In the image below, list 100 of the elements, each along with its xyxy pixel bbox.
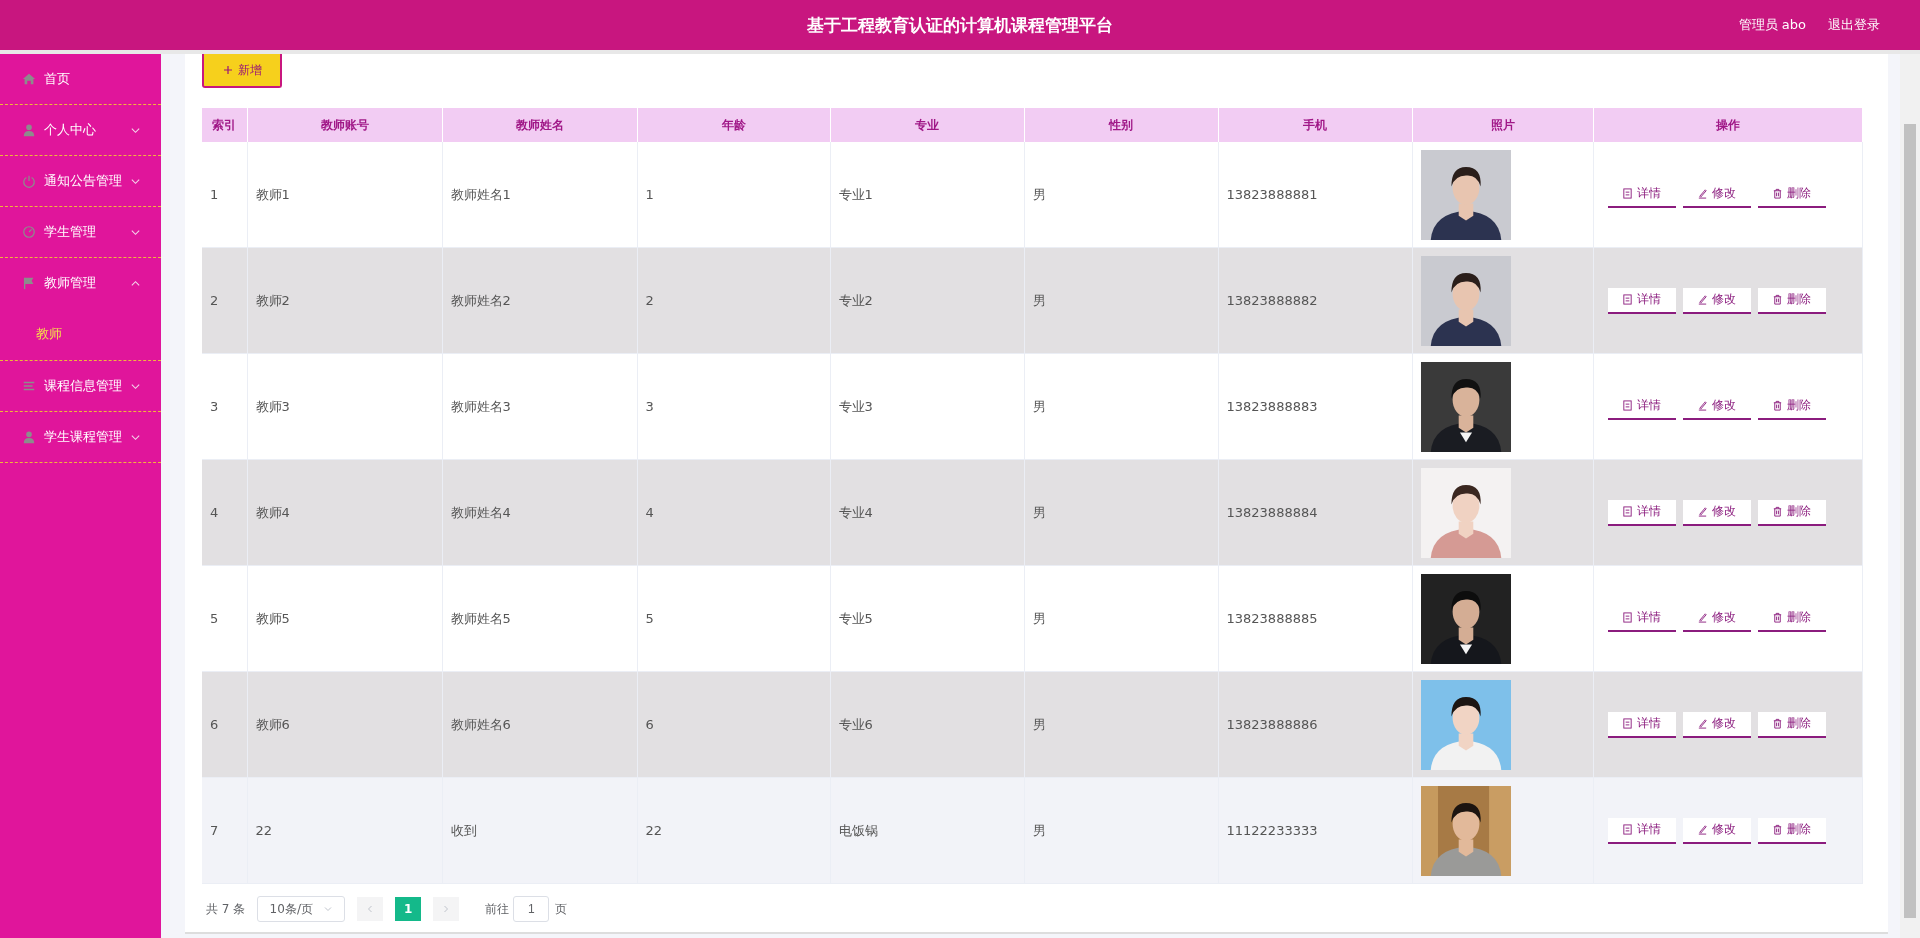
table-cell: 4 xyxy=(637,459,830,566)
home-icon xyxy=(22,72,36,86)
table-cell: 收到 xyxy=(442,777,637,884)
table-cell: 教师姓名1 xyxy=(442,142,637,248)
user-icon xyxy=(22,430,36,444)
column-header: 手机 xyxy=(1218,108,1412,142)
menu-item[interactable]: 通知公告管理 xyxy=(0,156,161,206)
edit-button[interactable]: 修改 xyxy=(1682,287,1751,314)
chevron-icon xyxy=(322,904,333,914)
table-cell: 教师姓名6 xyxy=(442,671,637,778)
menu-item[interactable]: 学生管理 xyxy=(0,207,161,257)
pencil-icon xyxy=(1697,506,1708,517)
details-button[interactable]: 详情 xyxy=(1607,287,1676,314)
trash-icon xyxy=(1772,294,1783,305)
table-cell: 男 xyxy=(1024,777,1218,884)
menu-item[interactable]: 首页 xyxy=(0,54,161,104)
column-header: 教师姓名 xyxy=(442,108,637,142)
table-cell: 13823888886 xyxy=(1218,671,1412,778)
table-cell: 13823888882 xyxy=(1218,247,1412,354)
table-cell: 教师4 xyxy=(247,459,442,566)
table-cell: 22 xyxy=(247,777,442,884)
page-size-select[interactable]: 10条/页 xyxy=(257,896,346,922)
details-button[interactable]: 详情 xyxy=(1607,499,1676,526)
table-cell: 专业5 xyxy=(830,565,1024,672)
document-icon xyxy=(1622,294,1633,305)
table-cell: 13823888885 xyxy=(1218,565,1412,672)
table-cell: 教师姓名2 xyxy=(442,247,637,354)
table-cell: 电饭锅 xyxy=(830,777,1024,884)
delete-button[interactable]: 删除 xyxy=(1757,817,1826,844)
column-header: 年龄 xyxy=(637,108,830,142)
table-cell: 3 xyxy=(637,353,830,460)
table-cell: 男 xyxy=(1024,247,1218,354)
user-icon xyxy=(22,123,36,137)
table-cell: 3 xyxy=(202,353,247,460)
edit-button[interactable]: 修改 xyxy=(1682,711,1751,738)
pencil-icon xyxy=(1697,718,1708,729)
pencil-icon xyxy=(1697,824,1708,835)
table-cell: 13823888881 xyxy=(1218,142,1412,248)
menu-item[interactable]: 个人中心 xyxy=(0,105,161,155)
table-cell: 1 xyxy=(202,142,247,248)
table-cell: 教师5 xyxy=(247,565,442,672)
details-button[interactable]: 详情 xyxy=(1607,711,1676,738)
table-cell: 教师6 xyxy=(247,671,442,778)
pencil-icon xyxy=(1697,188,1708,199)
table-cell: 5 xyxy=(637,565,830,672)
next-page-button[interactable] xyxy=(433,897,460,921)
table-cell: 2 xyxy=(202,247,247,354)
user-label: 管理员 abo xyxy=(1738,16,1806,34)
pencil-icon xyxy=(1697,400,1708,411)
table-cell: 专业2 xyxy=(830,247,1024,354)
page-suffix: 页 xyxy=(555,900,568,918)
total-count: 共 7 条 xyxy=(206,900,246,918)
trash-icon xyxy=(1772,400,1783,411)
previous-page-button[interactable] xyxy=(357,897,384,921)
table-cell: 7 xyxy=(202,777,247,884)
document-icon xyxy=(1622,188,1633,199)
table-cell: 男 xyxy=(1024,142,1218,248)
add-button[interactable]: 新增 xyxy=(202,54,282,88)
document-icon xyxy=(1622,612,1633,623)
table-cell: 13823888883 xyxy=(1218,353,1412,460)
table-cell: 教师姓名3 xyxy=(442,353,637,460)
edit-button[interactable]: 修改 xyxy=(1682,499,1751,526)
table-cell: 教师姓名5 xyxy=(442,565,637,672)
column-header: 教师账号 xyxy=(247,108,442,142)
gauge-icon xyxy=(22,225,36,239)
edit-button[interactable]: 修改 xyxy=(1682,817,1751,844)
details-button[interactable]: 详情 xyxy=(1607,817,1676,844)
menu-item[interactable]: 课程信息管理 xyxy=(0,361,161,411)
table-cell: 4 xyxy=(202,459,247,566)
table-cell: 男 xyxy=(1024,565,1218,672)
column-header: 索引 xyxy=(202,108,247,142)
logout-link[interactable]: 退出登录 xyxy=(1828,16,1880,34)
table-cell: 教师2 xyxy=(247,247,442,354)
table-cell: 男 xyxy=(1024,671,1218,778)
table-cell: 教师1 xyxy=(247,142,442,248)
table-cell: 6 xyxy=(637,671,830,778)
scrollbar[interactable] xyxy=(1900,54,1920,938)
app-title: 基于工程教育认证的计算机课程管理平台 xyxy=(807,13,1113,37)
trash-icon xyxy=(1772,506,1783,517)
table-cell: 教师3 xyxy=(247,353,442,460)
trash-icon xyxy=(1772,188,1783,199)
table-cell: 专业4 xyxy=(830,459,1024,566)
table-cell: 5 xyxy=(202,565,247,672)
goto-label: 前往 xyxy=(485,900,510,918)
table-cell: 22 xyxy=(637,777,830,884)
menu-item[interactable]: 学生课程管理 xyxy=(0,412,161,462)
delete-button[interactable]: 删除 xyxy=(1757,499,1826,526)
table-cell: 男 xyxy=(1024,459,1218,566)
delete-button[interactable]: 删除 xyxy=(1757,287,1826,314)
table-cell: 专业1 xyxy=(830,142,1024,248)
column-header: 照片 xyxy=(1412,108,1593,142)
table-cell: 1 xyxy=(637,142,830,248)
trash-icon xyxy=(1772,824,1783,835)
pencil-icon xyxy=(1697,612,1708,623)
pencil-icon xyxy=(1697,294,1708,305)
flag-icon xyxy=(22,276,36,290)
column-header: 性别 xyxy=(1024,108,1218,142)
page-input[interactable]: 1 xyxy=(513,896,550,922)
delete-button[interactable]: 删除 xyxy=(1757,711,1826,738)
menu-item[interactable]: 教师管理 xyxy=(0,258,161,308)
